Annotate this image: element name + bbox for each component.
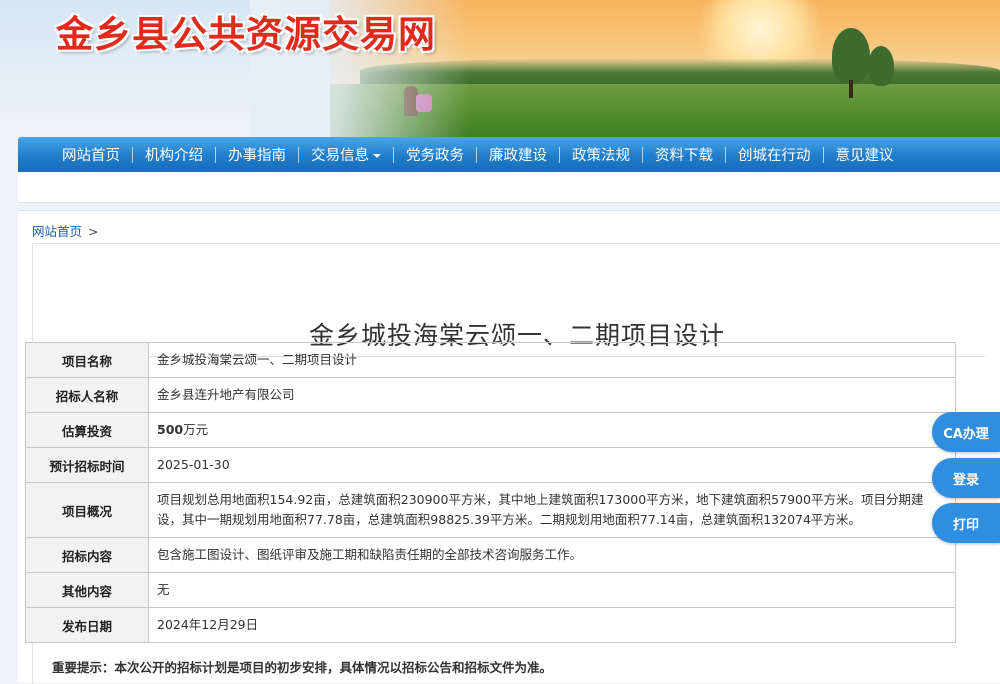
row-value: 包含施工图设计、图纸评审及施工期和缺陷责任期的全部技术咨询服务工作。	[148, 537, 956, 573]
nav-item-label[interactable]: 党务政务	[394, 144, 476, 165]
breadcrumb: 网站首页 >	[32, 221, 99, 240]
sub-nav-bar	[18, 172, 1000, 203]
ca-service-button[interactable]: CA办理	[932, 412, 1000, 452]
nav-item-label[interactable]: 机构介绍	[133, 144, 215, 165]
row-value: 500万元	[148, 412, 956, 448]
project-info-table: 项目名称 金乡城投海棠云颂一、二期项目设计 招标人名称 金乡县连升地产有限公司 …	[25, 342, 956, 643]
row-key: 预计招标时间	[25, 447, 149, 483]
row-value: 项目规划总用地面积154.92亩，总建筑面积230900平方米，其中地上建筑面积…	[148, 482, 956, 538]
nav-item-feedback[interactable]: 意见建议	[824, 137, 906, 172]
nav-item-label[interactable]: 创城在行动	[726, 144, 823, 165]
table-row: 其他内容 无	[25, 572, 956, 608]
row-value: 金乡城投海棠云颂一、二期项目设计	[148, 342, 956, 378]
breadcrumb-home-link[interactable]: 网站首页	[32, 224, 82, 239]
row-value: 无	[148, 572, 956, 608]
row-key: 其他内容	[25, 572, 149, 608]
print-button[interactable]: 打印	[932, 503, 1000, 543]
nav-item-label[interactable]: 意见建议	[824, 144, 906, 165]
table-row: 发布日期 2024年12月29日	[25, 607, 956, 643]
nav-item-downloads[interactable]: 资料下载	[643, 137, 725, 172]
row-key: 项目名称	[25, 342, 149, 378]
chevron-down-icon[interactable]	[373, 154, 381, 158]
nav-item-policy[interactable]: 政策法规	[560, 137, 642, 172]
nav-item-text[interactable]: 交易信息	[311, 148, 369, 164]
nav-item-guide[interactable]: 办事指南	[216, 137, 298, 172]
banner-tree-trunk	[849, 80, 853, 98]
important-notice: 重要提示：本次公开的招标计划是项目的初步安排，具体情况以招标公告和招标文件为准。	[52, 660, 553, 675]
row-key: 招标人名称	[25, 377, 149, 413]
table-row: 估算投资 500万元	[25, 412, 956, 448]
nav-item-home[interactable]: 网站首页	[50, 137, 132, 172]
nav-item-label[interactable]: 政策法规	[560, 144, 642, 165]
row-key: 招标内容	[25, 537, 149, 573]
table-row: 预计招标时间 2025-01-30	[25, 447, 956, 483]
nav-item-party-affairs[interactable]: 党务政务	[394, 137, 476, 172]
table-row: 项目名称 金乡城投海棠云颂一、二期项目设计	[25, 342, 956, 378]
investment-unit: 万元	[183, 422, 209, 437]
table-row: 招标内容 包含施工图设计、图纸评审及施工期和缺陷责任期的全部技术咨询服务工作。	[25, 537, 956, 573]
row-key: 估算投资	[25, 412, 149, 448]
investment-amount: 500	[157, 422, 184, 437]
nav-item-label[interactable]: 办事指南	[216, 144, 298, 165]
login-button[interactable]: 登录	[932, 458, 1000, 498]
nav-item-label[interactable]: 交易信息	[299, 144, 393, 165]
nav-item-civic[interactable]: 创城在行动	[726, 137, 823, 172]
table-row: 招标人名称 金乡县连升地产有限公司	[25, 377, 956, 413]
table-row: 项目概况 项目规划总用地面积154.92亩，总建筑面积230900平方米，其中地…	[25, 482, 956, 538]
row-key: 发布日期	[25, 607, 149, 643]
row-key: 项目概况	[25, 482, 149, 538]
banner-tree	[868, 46, 894, 86]
nav-item-label[interactable]: 网站首页	[50, 144, 132, 165]
row-value: 2025-01-30	[148, 447, 956, 483]
nav-item-about[interactable]: 机构介绍	[133, 137, 215, 172]
nav-item-trade-info[interactable]: 交易信息	[299, 137, 393, 172]
nav-item-integrity[interactable]: 廉政建设	[477, 137, 559, 172]
row-value: 2024年12月29日	[148, 607, 956, 643]
banner-tree	[832, 28, 870, 84]
row-value: 金乡县连升地产有限公司	[148, 377, 956, 413]
nav-item-label[interactable]: 资料下载	[643, 144, 725, 165]
site-title[interactable]: 金乡县公共资源交易网	[56, 4, 436, 58]
main-nav: 网站首页 机构介绍 办事指南 交易信息 党务政务 廉政建设 政策法规 资料下载 …	[18, 137, 1000, 172]
breadcrumb-separator: >	[88, 224, 99, 239]
header-banner: 金乡县公共资源交易网	[0, 0, 1000, 140]
nav-item-label[interactable]: 廉政建设	[477, 144, 559, 165]
